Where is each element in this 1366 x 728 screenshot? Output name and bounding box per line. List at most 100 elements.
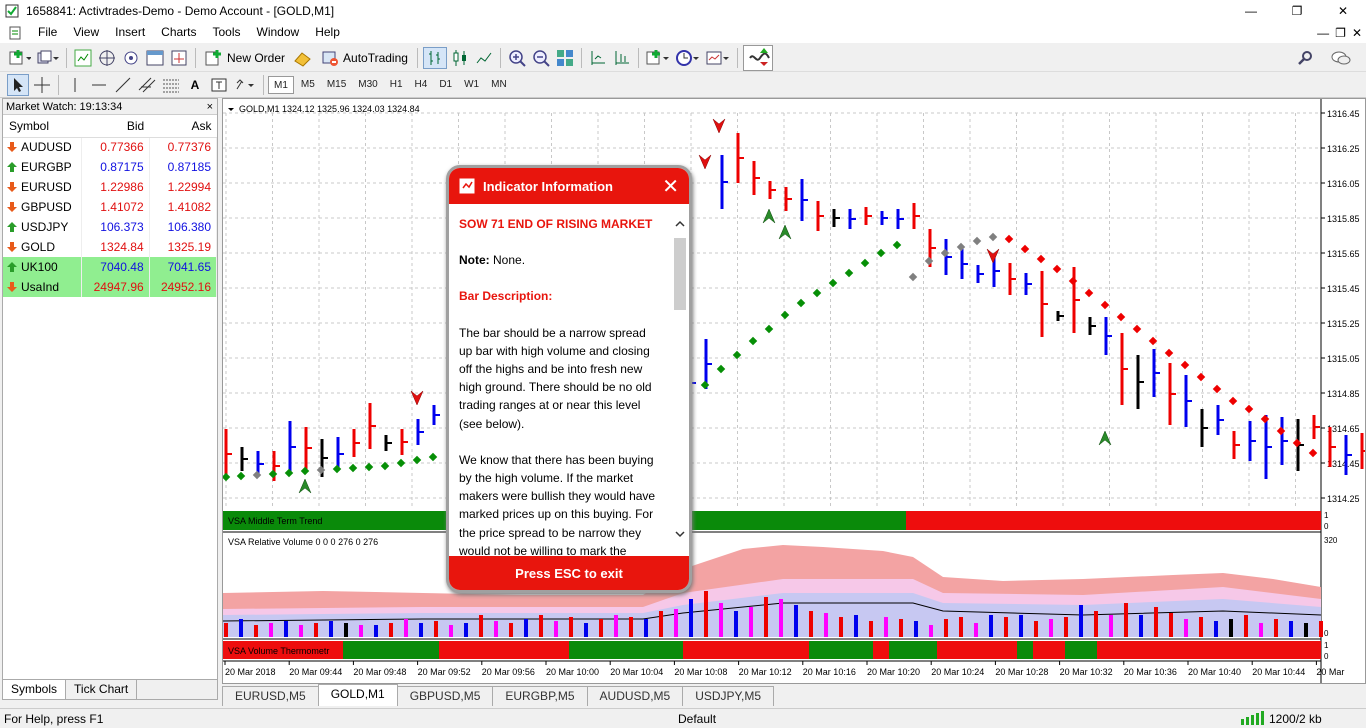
- chart-tab[interactable]: EURUSD,M5: [222, 686, 319, 706]
- signals-icon[interactable]: [742, 44, 773, 71]
- volume-bar: [359, 625, 363, 637]
- new-chart-icon[interactable]: [7, 47, 33, 69]
- search-icon[interactable]: [1295, 47, 1317, 69]
- market-watch-close-icon[interactable]: ×: [207, 99, 217, 114]
- volume-bar: [704, 591, 708, 637]
- periods-icon[interactable]: [674, 47, 702, 69]
- text-icon[interactable]: A: [184, 74, 206, 96]
- cursor-icon[interactable]: [7, 73, 29, 96]
- arrows-icon[interactable]: [232, 74, 258, 96]
- trendline-icon[interactable]: [112, 74, 134, 96]
- minimize-button[interactable]: —: [1228, 0, 1274, 22]
- market-watch-row[interactable]: UK100 7040.48 7041.65: [3, 257, 218, 277]
- volume-bar: [1154, 607, 1158, 637]
- market-watch-icon[interactable]: [72, 47, 94, 69]
- crosshair-icon[interactable]: [31, 74, 53, 96]
- timeframe-h1[interactable]: H1: [385, 76, 408, 94]
- doc-restore-icon[interactable]: ❐: [1335, 26, 1346, 40]
- sar-dot: [1100, 300, 1110, 310]
- menu-help[interactable]: Help: [307, 22, 348, 43]
- col-ask[interactable]: Ask: [149, 115, 217, 138]
- fibonacci-icon[interactable]: [160, 74, 182, 96]
- menu-charts[interactable]: Charts: [153, 22, 204, 43]
- tab-tick-chart[interactable]: Tick Chart: [66, 680, 138, 699]
- indicators-icon[interactable]: [644, 47, 672, 69]
- market-watch-row[interactable]: AUDUSD 0.77366 0.77376: [3, 137, 218, 157]
- volume-bar: [1049, 619, 1053, 637]
- thermometer-segment: [439, 641, 569, 659]
- chart-tab[interactable]: GOLD,M1: [317, 684, 398, 706]
- dialog-close-icon[interactable]: ✕: [662, 174, 679, 199]
- timeframe-d1[interactable]: D1: [434, 76, 457, 94]
- tile-windows-icon[interactable]: [554, 47, 576, 69]
- separator: [580, 47, 582, 68]
- templates-icon[interactable]: [704, 47, 732, 69]
- col-bid[interactable]: Bid: [81, 115, 150, 138]
- line-chart-icon[interactable]: [473, 47, 495, 69]
- chart-window[interactable]: 1316.45 1316.25 1316.05 1315.85 1315.65 1315.…: [222, 98, 1366, 684]
- time-label: 20 Mar 10:44: [1252, 667, 1305, 677]
- metaeditor-icon[interactable]: [291, 47, 315, 69]
- thermometer-segment: [683, 641, 809, 659]
- price-chart[interactable]: 1316.45 1316.25 1316.05 1315.85 1315.65 1315.…: [223, 99, 1365, 683]
- terminal-icon[interactable]: [144, 47, 166, 69]
- press-esc-button[interactable]: Press ESC to exit: [449, 556, 689, 590]
- market-watch-row[interactable]: UsaInd 24947.96 24952.16: [3, 277, 218, 297]
- menu-tools[interactable]: Tools: [205, 22, 249, 43]
- zoom-in-icon[interactable]: [506, 47, 528, 69]
- timeframe-w1[interactable]: W1: [459, 76, 484, 94]
- close-button[interactable]: ✕: [1320, 0, 1366, 22]
- timeframe-m15[interactable]: M15: [322, 76, 351, 94]
- profiles-icon[interactable]: [35, 47, 61, 69]
- timeframe-m1[interactable]: M1: [268, 75, 294, 94]
- chart-shift-icon[interactable]: [587, 47, 609, 69]
- menu-view[interactable]: View: [65, 22, 107, 43]
- market-watch-row[interactable]: USDJPY 106.373 106.380: [3, 217, 218, 237]
- thermometer-segment: [1065, 641, 1097, 659]
- navigator-icon[interactable]: [96, 47, 118, 69]
- time-label: 20 Mar 09:44: [289, 667, 342, 677]
- menu-file[interactable]: File: [30, 22, 65, 43]
- strategy-tester-icon[interactable]: [168, 47, 190, 69]
- menu-insert[interactable]: Insert: [107, 22, 153, 43]
- col-symbol[interactable]: Symbol: [3, 115, 82, 138]
- chart-tab[interactable]: AUDUSD,M5: [586, 686, 684, 706]
- symbol-name: USDJPY: [21, 220, 69, 234]
- chat-icon[interactable]: [1329, 47, 1353, 69]
- sar-dot: [268, 469, 278, 479]
- market-watch-row[interactable]: EURGBP 0.87175 0.87185: [3, 157, 218, 177]
- doc-minimize-icon[interactable]: —: [1317, 26, 1329, 40]
- symbol-name: GOLD: [21, 240, 56, 254]
- maximize-button[interactable]: ❐: [1274, 0, 1320, 22]
- new-order-button[interactable]: New Order: [201, 47, 289, 69]
- chart-tab[interactable]: GBPUSD,M5: [396, 686, 494, 706]
- volume-bar: [959, 617, 963, 637]
- timeframe-m30[interactable]: M30: [353, 76, 382, 94]
- chart-tab[interactable]: USDJPY,M5: [682, 686, 775, 706]
- text-label-icon[interactable]: [208, 74, 230, 96]
- candlestick-icon[interactable]: [449, 47, 471, 69]
- volume-bar: [764, 597, 768, 637]
- market-watch-row[interactable]: GBPUSD 1.41072 1.41082: [3, 197, 218, 217]
- timeframe-h4[interactable]: H4: [410, 76, 433, 94]
- zoom-out-icon[interactable]: [530, 47, 552, 69]
- timeframe-mn[interactable]: MN: [486, 76, 512, 94]
- volume-scale-max: 320: [1324, 536, 1338, 545]
- autoscroll-icon[interactable]: [611, 47, 633, 69]
- bar-chart-icon[interactable]: [422, 46, 447, 69]
- autotrading-button[interactable]: AutoTrading: [317, 47, 412, 69]
- tab-symbols[interactable]: Symbols: [3, 680, 67, 699]
- channel-icon[interactable]: [136, 74, 158, 96]
- volume-bar: [1319, 621, 1323, 637]
- sar-dot: [1308, 448, 1318, 458]
- horizontal-line-icon[interactable]: [88, 74, 110, 96]
- chart-tab[interactable]: EURGBP,M5: [492, 686, 588, 706]
- menu-window[interactable]: Window: [249, 22, 308, 43]
- market-watch-row[interactable]: GOLD 1324.84 1325.19: [3, 237, 218, 257]
- timeframe-m5[interactable]: M5: [296, 76, 320, 94]
- doc-close-icon[interactable]: ✕: [1352, 26, 1362, 40]
- data-window-icon[interactable]: [120, 47, 142, 69]
- market-watch-row[interactable]: EURUSD 1.22986 1.22994: [3, 177, 218, 197]
- dialog-scrollbar[interactable]: [673, 218, 687, 544]
- vertical-line-icon[interactable]: [64, 74, 86, 96]
